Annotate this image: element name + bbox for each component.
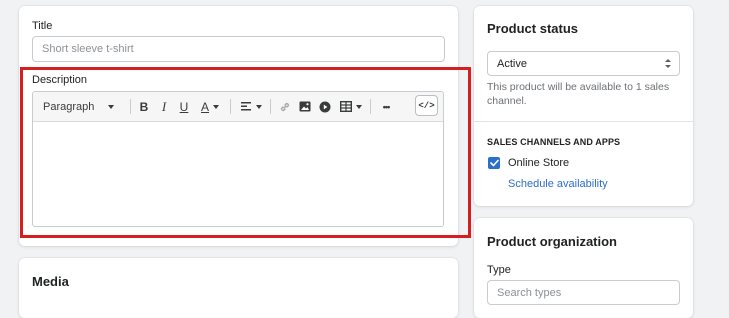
media-card xyxy=(19,258,458,318)
title-input-value: Short sleeve t-shirt xyxy=(42,43,134,55)
media-heading: Media xyxy=(32,274,69,289)
product-status-heading: Product status xyxy=(487,21,579,36)
type-search-input[interactable]: Search types xyxy=(487,280,680,305)
title-label: Title xyxy=(32,20,53,32)
online-store-checkbox[interactable] xyxy=(488,157,500,169)
title-input[interactable]: Short sleeve t-shirt xyxy=(32,36,445,62)
description-highlight-box xyxy=(20,67,471,238)
sales-channels-heading: SALES CHANNELS AND APPS xyxy=(487,137,621,147)
status-select[interactable]: Active xyxy=(487,51,680,76)
select-arrows-icon xyxy=(665,59,671,68)
online-store-label: Online Store xyxy=(508,157,570,169)
schedule-availability-link[interactable]: Schedule availability xyxy=(508,178,608,190)
type-label: Type xyxy=(487,264,511,276)
checkmark-icon xyxy=(489,159,499,167)
card-divider xyxy=(474,121,693,122)
product-organization-heading: Product organization xyxy=(487,234,617,249)
type-search-placeholder: Search types xyxy=(497,286,562,299)
status-help-text: This product will be available to 1 sale… xyxy=(487,81,670,107)
status-select-value: Active xyxy=(497,57,527,70)
